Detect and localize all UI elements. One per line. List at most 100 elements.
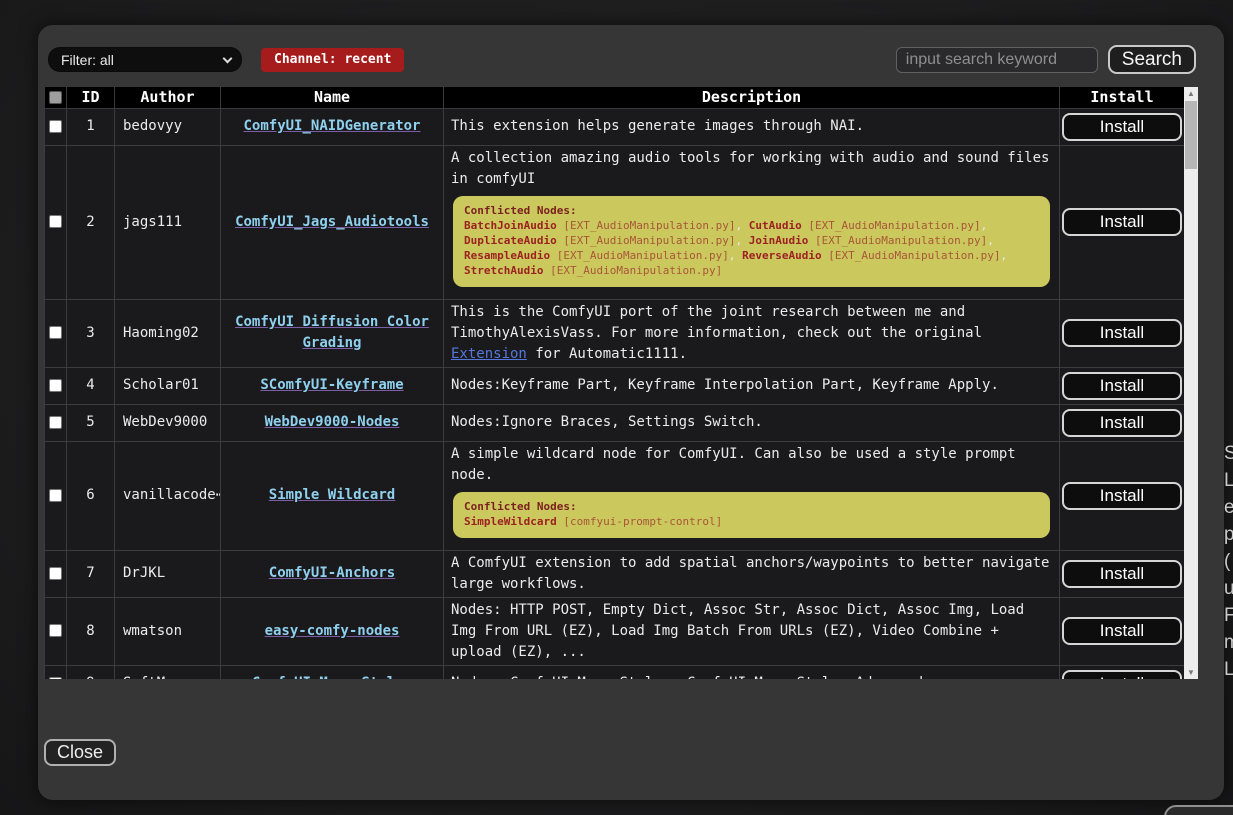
install-cell: Install [1060,145,1185,299]
author-cell: bedovyy [115,108,221,145]
background-text-fragment: ( [1224,548,1233,575]
row-checkbox[interactable] [49,567,62,580]
name-cell: ComfyUI Diffusion Color Grading [221,299,444,367]
conflict-node-source: [EXT_AudioManipulation.py] [557,234,736,247]
name-link[interactable]: easy-comfy-nodes [265,623,400,639]
row-checkbox[interactable] [49,416,62,429]
install-button[interactable]: Install [1062,319,1182,347]
description-text: A collection amazing audio tools for wor… [451,148,1052,190]
name-cell: ComfyUI_Jags_Audiotools [221,145,444,299]
name-cell: easy-comfy-nodes [221,597,444,665]
scroll-up-icon[interactable]: ▲ [1184,87,1198,100]
name-link[interactable]: Simple Wildcard [269,487,395,503]
name-link[interactable]: WebDev9000-Nodes [265,414,400,430]
row-checkbox-cell [45,145,67,299]
toolbar: Filter: all Channel: recent Search [38,25,1224,74]
close-button[interactable]: Close [44,739,116,766]
row-checkbox[interactable] [49,326,62,339]
conflict-node-name: ResampleAudio [464,249,550,262]
name-link[interactable]: ComfyUI Diffusion Color Grading [235,314,429,351]
select-all-checkbox[interactable] [49,91,62,104]
conflict-items: BatchJoinAudio [EXT_AudioManipulation.py… [464,218,1039,278]
table-row: 7DrJKLComfyUI-AnchorsA ComfyUI extension… [45,550,1185,597]
row-checkbox-cell [45,550,67,597]
description-text: This extension helps generate images thr… [451,116,1052,137]
install-button[interactable]: Install [1062,113,1182,141]
description-cell: Nodes: HTTP POST, Empty Dict, Assoc Str,… [444,597,1060,665]
background-text-fragment: S [1224,440,1233,467]
row-checkbox[interactable] [49,120,62,133]
name-link[interactable]: ComfyUI_Mexx_Styler [252,675,412,679]
row-checkbox[interactable] [49,677,62,680]
conflict-node-name: BatchJoinAudio [464,219,557,232]
header-checkbox-cell [45,87,67,108]
description-cell: This is the ComfyUI port of the joint re… [444,299,1060,367]
install-cell: Install [1060,665,1185,679]
scroll-down-icon[interactable]: ▼ [1184,666,1198,679]
filter-dropdown[interactable]: Filter: all [48,47,242,72]
channel-button[interactable]: Channel: recent [261,48,404,72]
conflict-node-source: [EXT_AudioManipulation.py] [808,234,987,247]
id-cell: 7 [67,550,115,597]
id-cell: 1 [67,108,115,145]
row-checkbox-cell [45,441,67,550]
author-cell: wmatson [115,597,221,665]
row-checkbox[interactable] [49,624,62,637]
conflict-node-source: [EXT_AudioManipulation.py] [822,249,1001,262]
author-cell: Scholar01 [115,367,221,404]
search-button[interactable]: Search [1108,45,1196,74]
description-cell: Nodes: ComfyUI Mexx Styler, ComfyUI Mexx… [444,665,1060,679]
name-link[interactable]: SComfyUI-Keyframe [260,377,403,393]
table-row: 4Scholar01 SComfyUI-Keyframe Nodes:Keyfram… [45,367,1185,404]
header-author: Author [115,87,221,108]
conflict-node-source: [EXT_AudioManipulation.py] [802,219,981,232]
row-checkbox-cell [45,299,67,367]
name-link[interactable]: ComfyUI_NAIDGenerator [243,118,420,134]
conflict-node-source: [EXT_AudioManipulation.py] [557,219,736,232]
install-button[interactable]: Install [1062,482,1182,510]
table-header-row: ID Author Name Description Install [45,87,1185,108]
install-button[interactable]: Install [1062,617,1182,645]
name-link[interactable]: ComfyUI_Jags_Audiotools [235,214,429,230]
author-cell: DrJKL [115,550,221,597]
row-checkbox[interactable] [49,215,62,228]
description-cell: This extension helps generate images thr… [444,108,1060,145]
name-cell: ComfyUI-Anchors [221,550,444,597]
description-cell: A simple wildcard node for ComfyUI. Can … [444,441,1060,550]
page-background: { "toolbar": { "filter_value": "Filter: … [0,0,1233,815]
install-button[interactable]: Install [1062,372,1182,400]
description-text: Nodes:Keyframe Part, Keyframe Interpolat… [451,375,1052,396]
row-checkbox[interactable] [49,379,62,392]
header-install: Install [1060,87,1185,108]
scrollbar-thumb[interactable] [1185,101,1197,169]
row-checkbox[interactable] [49,489,62,502]
header-name: Name [221,87,444,108]
description-text: This is the ComfyUI port of the joint re… [451,302,1052,365]
install-button[interactable]: Install [1062,208,1182,236]
description-link[interactable]: Extension [451,346,527,362]
name-link[interactable]: ComfyUI-Anchors [269,565,395,581]
table-scrollbar[interactable]: ▲ ▼ [1184,87,1198,679]
table-row: 8wmatsoneasy-comfy-nodesNodes: HTTP POST… [45,597,1185,665]
search-input[interactable] [896,47,1098,73]
background-text-fragment: u [1224,575,1233,602]
install-cell: Install [1060,404,1185,441]
nodes-table-wrap: ID Author Name Description Install 1bedo… [44,87,1198,679]
table-body: 1bedovyy ComfyUI_NAIDGenerator This extens… [45,108,1185,679]
install-button[interactable]: Install [1062,670,1182,680]
id-cell: 2 [67,145,115,299]
id-cell: 6 [67,441,115,550]
table-row: 9SoftMengComfyUI_Mexx_StylerNodes: Comfy… [45,665,1185,679]
author-cell: WebDev9000 [115,404,221,441]
table-row: 6vanillacode⋯Simple WildcardA simple wil… [45,441,1185,550]
id-cell: 4 [67,367,115,404]
conflict-node-name: SimpleWildcard [464,515,557,528]
install-button[interactable]: Install [1062,409,1182,437]
install-button[interactable]: Install [1062,560,1182,588]
row-checkbox-cell [45,108,67,145]
conflict-node-name: DuplicateAudio [464,234,557,247]
description-text: Nodes: HTTP POST, Empty Dict, Assoc Str,… [451,600,1052,663]
conflict-node-source: [EXT_AudioManipulation.py] [550,249,729,262]
install-cell: Install [1060,441,1185,550]
conflict-items: SimpleWildcard [comfyui-prompt-control] [464,514,1039,529]
